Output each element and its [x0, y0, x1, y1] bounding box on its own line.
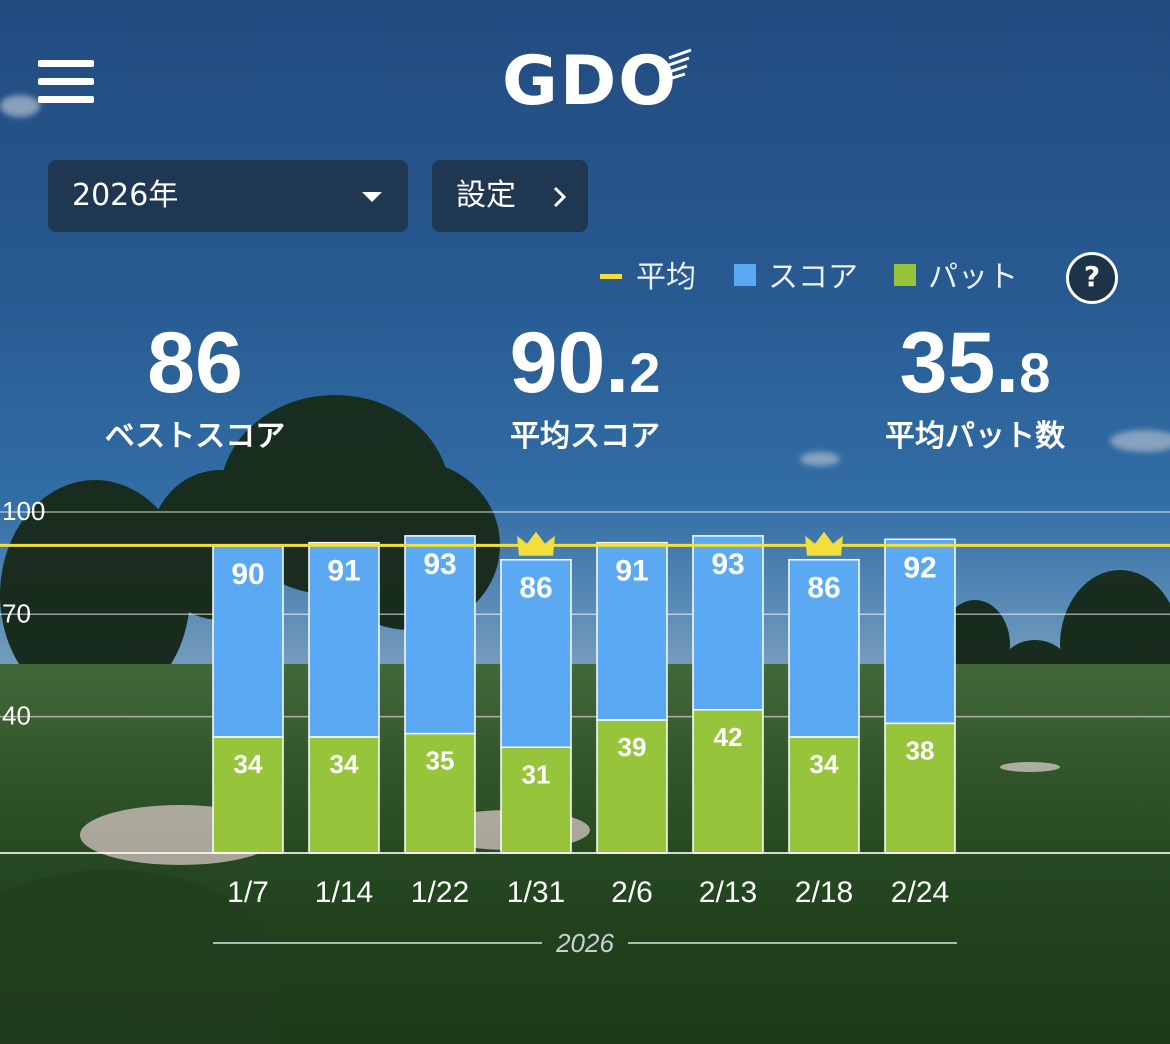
putt-data-label: 31 [522, 759, 551, 789]
best-score-label: ベストスコア [104, 419, 286, 454]
year-label: 2026 [555, 928, 614, 958]
help-icon: ? [1083, 260, 1101, 293]
help-button[interactable]: ? [1066, 252, 1118, 304]
settings-label: 設定 [456, 178, 516, 213]
legend-label: スコア [768, 260, 858, 295]
crown-icon [805, 531, 843, 556]
y-tick-label: 70 [2, 598, 31, 628]
legend-label: パット [928, 260, 1018, 295]
putt-data-label: 34 [810, 749, 839, 779]
score-data-label: 86 [519, 572, 552, 605]
average-score-value: 90.2 [509, 315, 661, 411]
average-score-label: 平均スコア [510, 419, 660, 454]
score-data-label: 90 [231, 558, 264, 591]
best-score-stat: 86 ベストスコア [85, 320, 305, 456]
x-tick-label: 2/18 [795, 876, 853, 909]
best-score-value: 86 [147, 315, 243, 411]
score-data-label: 91 [615, 555, 648, 588]
year-select-value: 2026年 [72, 178, 179, 213]
x-tick-label: 1/22 [411, 876, 469, 909]
putt-data-label: 39 [618, 732, 647, 762]
y-tick-label: 40 [2, 701, 31, 731]
caret-down-icon [362, 192, 382, 202]
gdo-logo: GDO [502, 46, 702, 118]
score-data-label: 86 [807, 572, 840, 605]
logo-speed-lines-icon [668, 48, 692, 81]
x-tick-label: 2/24 [891, 876, 949, 909]
x-tick-label: 1/7 [227, 876, 269, 909]
score-chart: 100 70 40 90 34 1/7 91 34 1/14 93 35 1/22 86 31 1/31 91… [0, 500, 1170, 958]
average-putts-stat: 35.8 平均パット数 [860, 320, 1090, 456]
y-tick-label: 100 [2, 500, 45, 526]
score-data-label: 92 [903, 551, 936, 584]
year-select[interactable]: 2026年 [48, 160, 408, 232]
score-data-label: 93 [423, 548, 456, 581]
putts-swatch [894, 264, 916, 286]
putt-data-label: 34 [234, 749, 263, 779]
x-tick-label: 2/6 [611, 876, 653, 909]
chevron-right-icon [553, 186, 567, 208]
logo-text: GDO [502, 42, 679, 121]
average-score-stat: 90.2 平均スコア [470, 320, 700, 456]
score-data-label: 91 [327, 555, 360, 588]
legend-label: 平均 [636, 260, 696, 295]
crown-icon [517, 531, 555, 556]
score-swatch [734, 264, 756, 286]
average-line-swatch [600, 274, 622, 279]
average-putts-value: 35.8 [899, 315, 1051, 411]
x-tick-label: 2/13 [699, 876, 757, 909]
putt-data-label: 38 [906, 735, 935, 765]
chart-legend: 平均 スコア パット [0, 256, 1170, 300]
x-tick-label: 1/31 [507, 876, 565, 909]
settings-button[interactable]: 設定 [432, 160, 588, 232]
menu-button[interactable] [38, 60, 94, 104]
putt-data-label: 35 [426, 746, 455, 776]
x-tick-label: 1/14 [315, 876, 373, 909]
putt-data-label: 34 [330, 749, 359, 779]
average-putts-label: 平均パット数 [885, 419, 1065, 454]
putt-data-label: 42 [714, 722, 743, 752]
score-data-label: 93 [711, 548, 744, 581]
